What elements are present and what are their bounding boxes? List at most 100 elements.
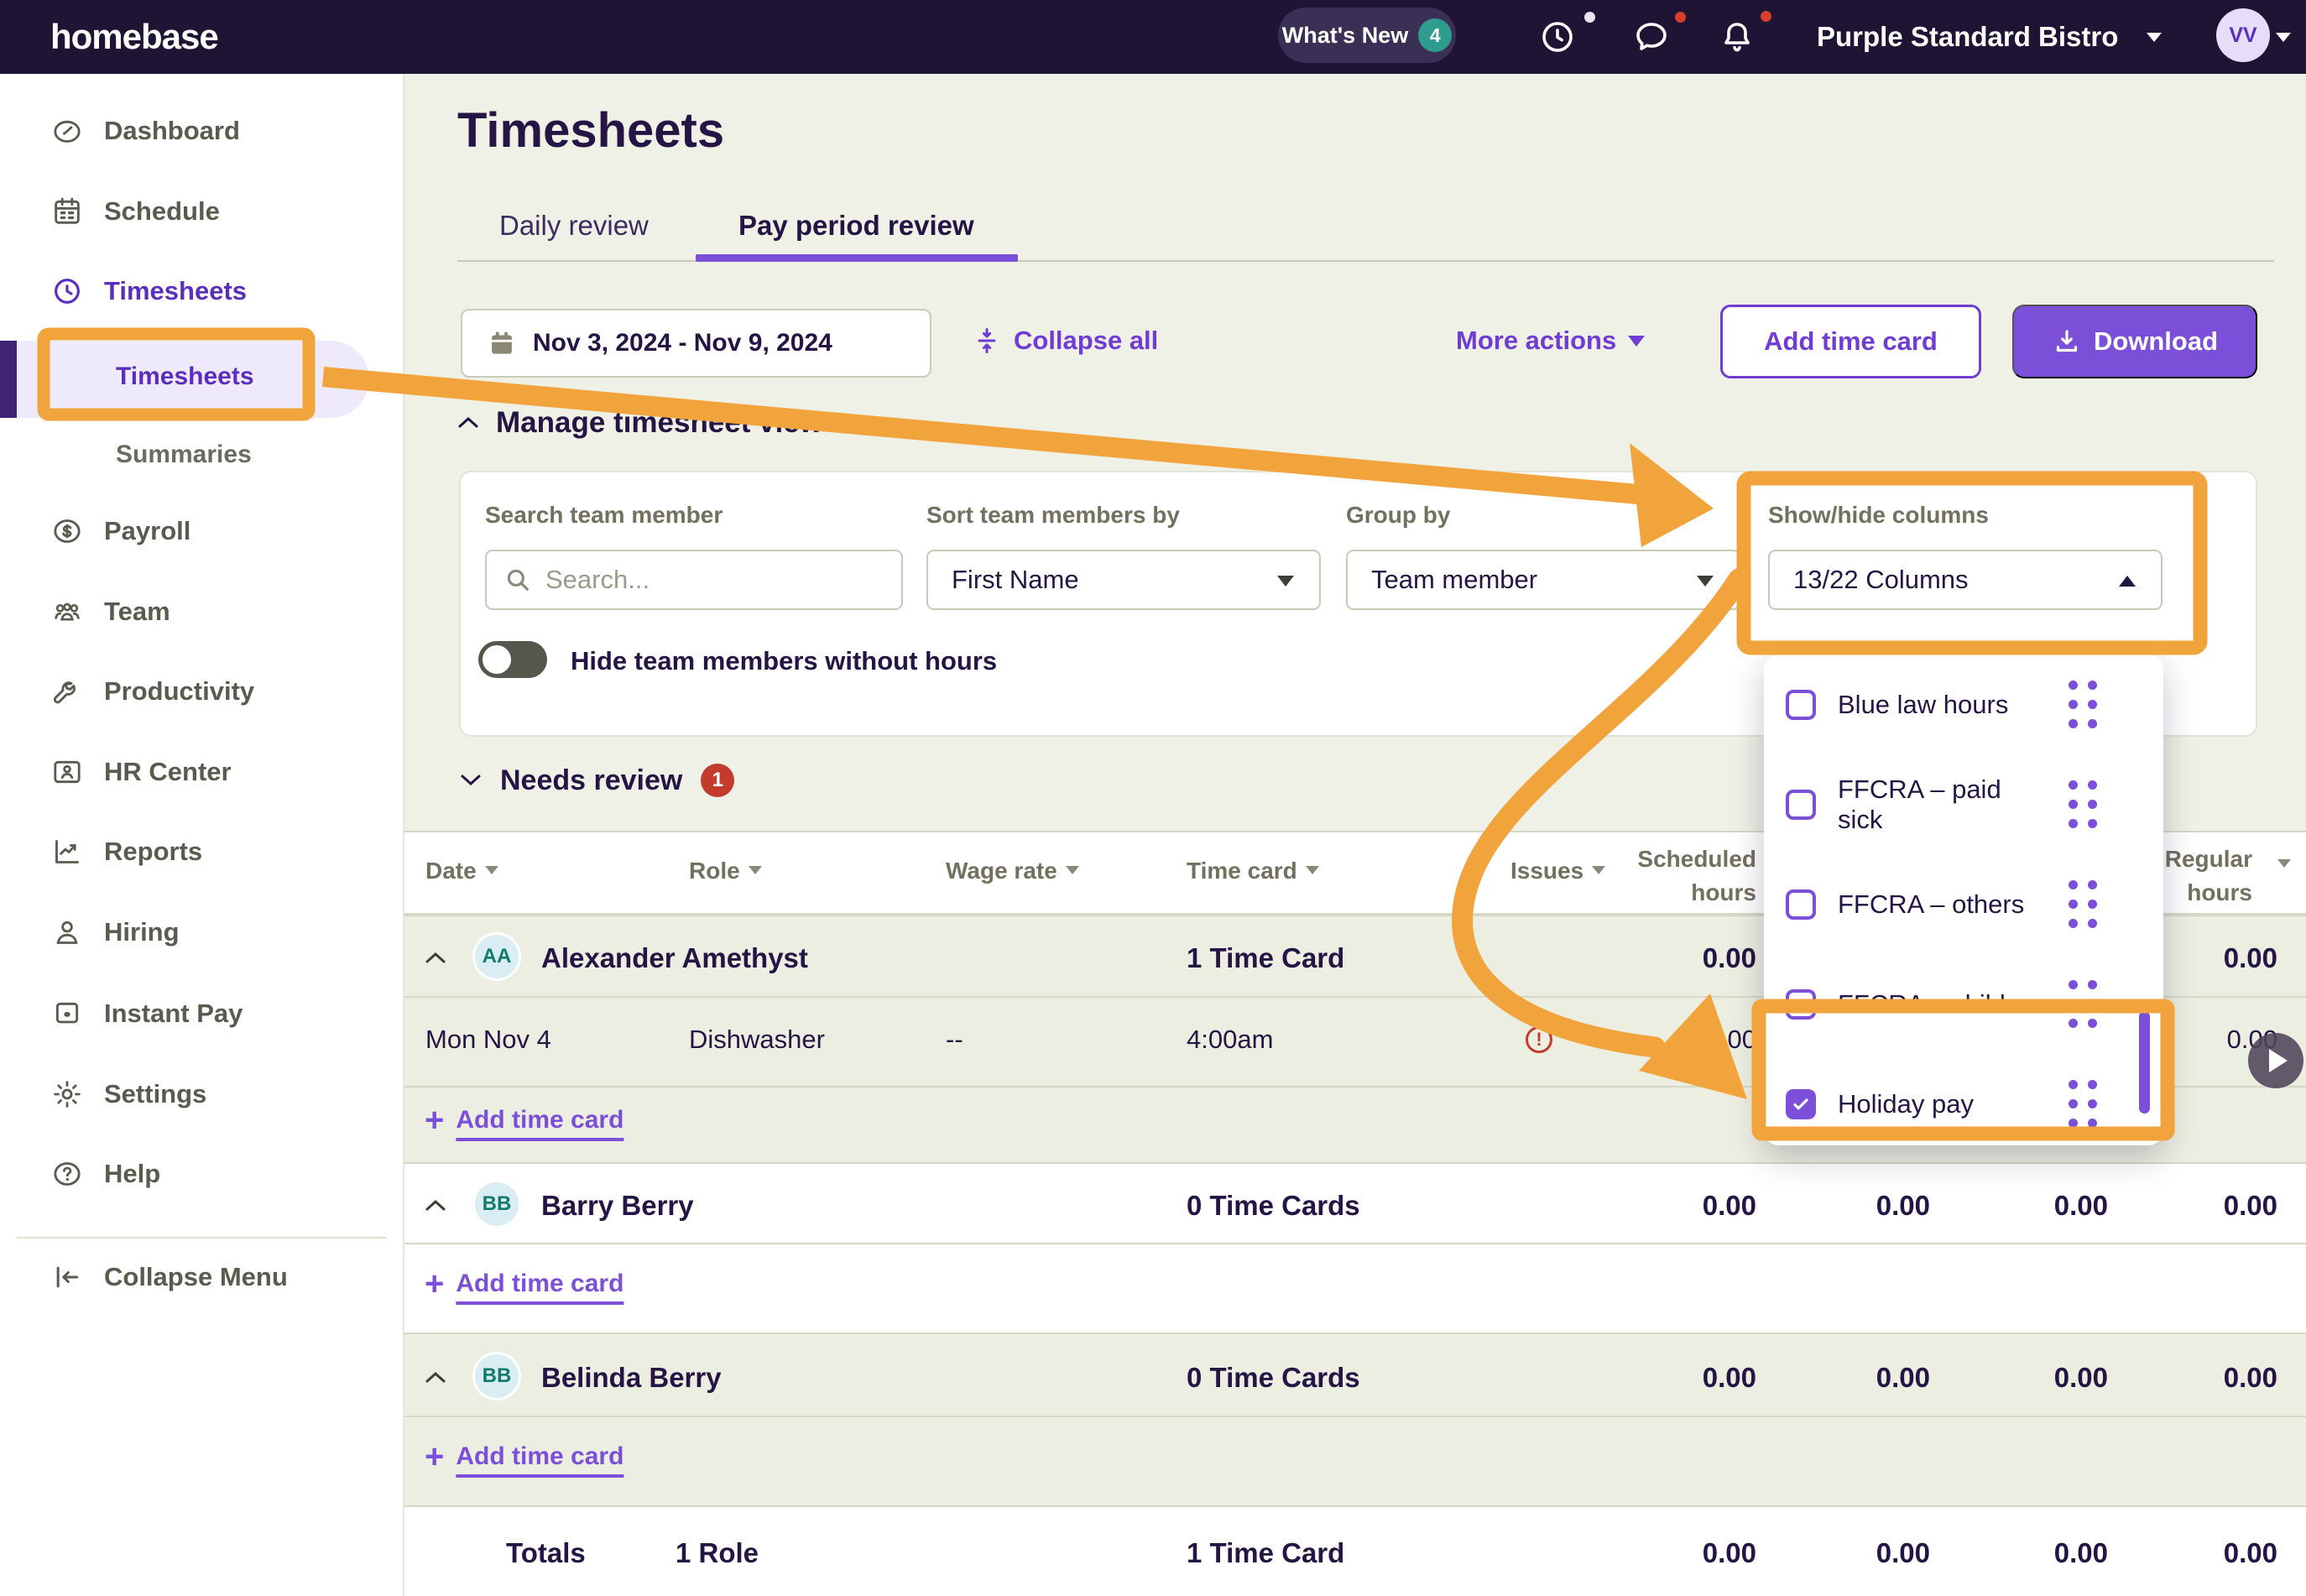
drag-handle-icon[interactable] — [2069, 880, 2098, 929]
sidebar-item-team[interactable]: Team — [0, 585, 403, 639]
drag-handle-icon[interactable] — [2069, 980, 2098, 1029]
collapse-menu-icon — [50, 1260, 84, 1294]
member-name: Belinda Berry — [541, 1362, 722, 1394]
search-input[interactable] — [544, 564, 866, 596]
columns-value: 13/22 Columns — [1793, 565, 1969, 595]
dropdown-item-holiday-pay[interactable]: Holiday pay — [1764, 1054, 2163, 1155]
sort-icon — [749, 866, 762, 874]
wrench-icon — [50, 675, 84, 708]
sidebar-item-schedule[interactable]: Schedule — [0, 185, 403, 238]
checkbox-unchecked[interactable] — [1786, 790, 1816, 820]
search-field[interactable] — [485, 550, 903, 610]
search-icon — [503, 566, 532, 594]
needs-review-section-toggle[interactable]: Needs review 1 — [460, 764, 734, 797]
show-hide-columns-select[interactable]: 13/22 Columns — [1768, 550, 2163, 610]
col-header-time-card[interactable]: Time card — [1187, 858, 1319, 884]
plus-icon: + — [425, 1444, 444, 1469]
col-header-date[interactable]: Date — [425, 858, 498, 884]
date-range-picker[interactable]: Nov 3, 2024 - Nov 9, 2024 — [461, 309, 931, 378]
col-header-issues[interactable]: Issues — [1510, 858, 1605, 884]
download-button[interactable]: Download — [2012, 305, 2257, 378]
drag-handle-icon[interactable] — [2069, 780, 2098, 829]
tab-daily-review[interactable]: Daily review — [499, 210, 649, 242]
sidebar-item-reports[interactable]: Reports — [0, 825, 403, 879]
add-time-card-link[interactable]: + Add time card — [425, 1106, 623, 1134]
add-time-card-button[interactable]: Add time card — [1720, 305, 1981, 378]
sort-icon — [1306, 866, 1319, 874]
whats-new-button[interactable]: What's New 4 — [1278, 8, 1456, 63]
checkbox-unchecked[interactable] — [1786, 889, 1816, 920]
timecard-wage: -- — [946, 1025, 963, 1055]
chevron-up-icon[interactable] — [424, 950, 447, 965]
checkbox-unchecked[interactable] — [1786, 690, 1816, 720]
dropdown-item-ffcra-paid-sick[interactable]: FFCRA – paid sick — [1764, 754, 2163, 855]
group-label: Group by — [1346, 502, 1450, 529]
scroll-right-button[interactable] — [2248, 1033, 2303, 1088]
question-icon — [50, 1157, 84, 1191]
sidebar-item-productivity[interactable]: Productivity — [0, 665, 403, 718]
top-navbar: homebase What's New 4 Purple Standard Bi… — [0, 0, 2306, 74]
avatar: AA — [472, 932, 521, 981]
drag-handle-icon[interactable] — [2069, 681, 2098, 729]
chevron-up-icon[interactable] — [424, 1197, 447, 1213]
sidebar-item-dashboard[interactable]: Dashboard — [0, 104, 403, 158]
sidebar: Dashboard Schedule Timesheets Timesheets… — [0, 74, 404, 1596]
add-time-card-link[interactable]: + Add time card — [425, 1442, 623, 1471]
needs-review-title: Needs review — [500, 764, 682, 797]
member-name: Barry Berry — [541, 1190, 694, 1222]
sidebar-item-payroll[interactable]: Payroll — [0, 504, 403, 558]
sidebar-item-hiring[interactable]: Hiring — [0, 905, 403, 959]
group-row-barry[interactable]: BB Barry Berry 0 Time Cards 0.00 0.00 0.… — [403, 1162, 2306, 1243]
dropdown-item-blue-law-hours[interactable]: Blue law hours — [1764, 655, 2163, 755]
chart-icon — [50, 835, 84, 868]
sidebar-item-timesheets[interactable]: Timesheets — [0, 264, 403, 318]
homebase-logo[interactable]: homebase — [50, 0, 218, 74]
manage-view-section-toggle[interactable]: Manage timesheet view — [457, 406, 822, 440]
sidebar-item-help[interactable]: Help — [0, 1147, 403, 1201]
active-item-bar — [0, 341, 17, 418]
group-row-belinda[interactable]: BB Belinda Berry 0 Time Cards 0.00 0.00 … — [403, 1333, 2306, 1416]
hide-members-toggle[interactable] — [478, 641, 547, 678]
col-header-wage-rate[interactable]: Wage rate — [946, 858, 1079, 884]
clock-icon — [50, 274, 84, 308]
tab-pay-period-review[interactable]: Pay period review — [738, 210, 974, 242]
user-avatar[interactable]: VV — [2216, 8, 2270, 62]
totals-role: 1 Role — [676, 1537, 759, 1569]
col-header-scheduled-hours[interactable]: Scheduled hours — [1622, 842, 1756, 910]
sidebar-item-settings[interactable]: Settings — [0, 1067, 403, 1121]
sort-label: Sort team members by — [926, 502, 1180, 529]
checkbox-unchecked[interactable] — [1786, 989, 1816, 1020]
chevron-up-icon[interactable] — [424, 1369, 447, 1385]
avatar: BB — [472, 1180, 521, 1228]
col-header-role[interactable]: Role — [689, 858, 762, 884]
issue-alert-icon[interactable]: ! — [1526, 1026, 1552, 1053]
add-time-card-link[interactable]: + Add time card — [425, 1270, 623, 1298]
hours-value: 0.00 — [2054, 1362, 2108, 1394]
col-header-regular-hours[interactable]: Regular hours — [2152, 842, 2252, 910]
dropdown-scrollbar[interactable] — [2139, 1011, 2150, 1114]
more-actions-button[interactable]: More actions — [1456, 326, 1645, 356]
sidebar-collapse-menu[interactable]: Collapse Menu — [0, 1250, 403, 1304]
scheduled-hours-value: 0.00 — [1703, 1362, 1756, 1394]
hide-members-toggle-label: Hide team members without hours — [571, 646, 997, 676]
time-card-count: 1 Time Card — [1187, 942, 1344, 974]
clock-history-icon[interactable] — [1537, 17, 1578, 57]
dropdown-item-ffcra-child[interactable]: FFCRA – child — [1764, 954, 2163, 1055]
date-range-value: Nov 3, 2024 - Nov 9, 2024 — [533, 329, 832, 357]
bell-icon[interactable] — [1717, 17, 1757, 57]
sidebar-item-instant-pay[interactable]: Instant Pay — [0, 987, 403, 1041]
sort-icon — [2277, 859, 2291, 868]
business-selector[interactable]: Purple Standard Bistro — [1817, 0, 2118, 74]
needs-review-badge: 1 — [701, 764, 734, 797]
chat-icon[interactable] — [1631, 17, 1672, 57]
dropdown-item-ffcra-others[interactable]: FFCRA – others — [1764, 854, 2163, 955]
sort-select[interactable]: First Name — [926, 550, 1321, 610]
scheduled-hours-value: 0.00 — [1703, 942, 1756, 974]
sidebar-item-hr-center[interactable]: HR Center — [0, 745, 403, 799]
collapse-all-button[interactable]: Collapse all — [972, 326, 1158, 356]
checkbox-checked[interactable] — [1786, 1089, 1816, 1119]
group-by-select[interactable]: Team member — [1346, 550, 1740, 610]
drag-handle-icon[interactable] — [2069, 1080, 2098, 1129]
sidebar-subitem-timesheets[interactable]: Timesheets — [116, 362, 254, 391]
sidebar-subitem-summaries[interactable]: Summaries — [116, 441, 252, 469]
